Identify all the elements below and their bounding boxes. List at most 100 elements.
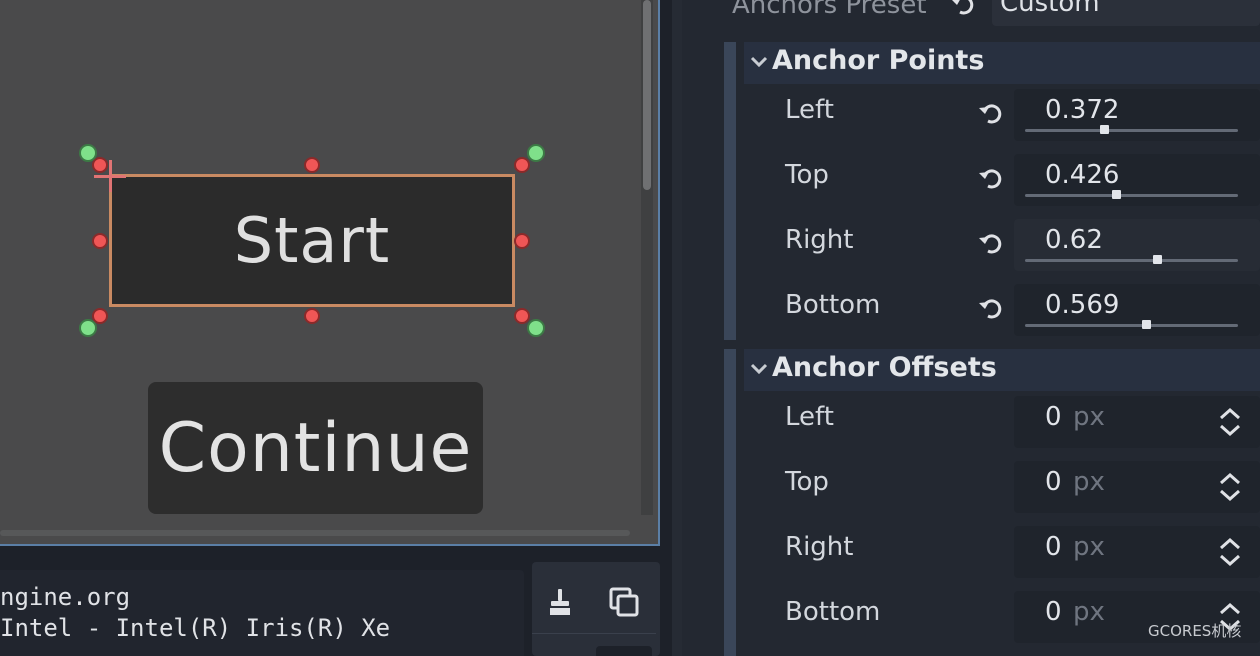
anchor-offset-top-row: Top 0 px xyxy=(744,457,1260,517)
anchor-left-slider-field[interactable]: 0.372 xyxy=(1014,89,1260,141)
anchor-marker-bottom-right[interactable] xyxy=(527,319,545,337)
slider-grabber[interactable] xyxy=(1111,190,1121,199)
group-indent-bar xyxy=(724,349,736,656)
slider-grabber[interactable] xyxy=(1100,125,1110,134)
clear-output-button[interactable] xyxy=(540,582,580,622)
reset-icon xyxy=(979,104,1002,124)
inspector-panel: Anchors Preset Custom Anchor Points Left… xyxy=(682,0,1260,656)
godot-editor: Start Continue ngine.org Intel - Intel(R… xyxy=(0,0,1260,656)
anchor-top-slider-field[interactable]: 0.426 xyxy=(1014,154,1260,206)
viewport-scroll-thumb[interactable] xyxy=(643,0,651,190)
anchor-point-top-row: Top 0.426 xyxy=(744,150,1260,210)
start-button-label: Start xyxy=(233,204,391,277)
pivot-crosshair-icon[interactable] xyxy=(94,160,128,194)
slider-track[interactable] xyxy=(1025,129,1238,132)
property-value: 0 xyxy=(1045,532,1062,562)
reset-button[interactable] xyxy=(976,99,1006,133)
anchors-preset-row: Anchors Preset Custom xyxy=(682,0,1260,28)
watermark: GCORES机核 xyxy=(1148,622,1242,640)
offset-left-spinbox[interactable]: 0 px xyxy=(1014,396,1260,448)
copy-output-button[interactable] xyxy=(604,582,644,622)
anchor-offsets-header[interactable]: Anchor Offsets xyxy=(744,349,1260,391)
property-value: 0 xyxy=(1045,597,1062,627)
anchors-preset-value: Custom xyxy=(1000,0,1100,18)
reset-button[interactable] xyxy=(976,294,1006,328)
anchor-point-bottom-row: Bottom 0.569 xyxy=(744,280,1260,340)
reset-icon xyxy=(979,299,1002,319)
anchor-offset-left-row: Left 0 px xyxy=(744,392,1260,452)
property-value: 0 xyxy=(1045,402,1062,432)
anchor-point-left-row: Left 0.372 xyxy=(744,85,1260,145)
viewport-vertical-scrollbar[interactable] xyxy=(641,0,653,515)
property-label: Right xyxy=(785,532,854,562)
property-value: 0.426 xyxy=(1045,160,1120,190)
start-button-node[interactable]: Start xyxy=(109,174,515,307)
property-value: 0.372 xyxy=(1045,95,1120,125)
output-line: Intel - Intel(R) Iris(R) Xe xyxy=(0,614,391,642)
slider-grabber[interactable] xyxy=(1142,320,1152,329)
chevron-down-icon xyxy=(750,54,768,73)
property-label: Bottom xyxy=(785,597,881,627)
unit-suffix: px xyxy=(1073,532,1105,562)
chevron-down-icon xyxy=(1228,0,1250,6)
anchor-marker-bottom-left[interactable] xyxy=(79,319,97,337)
property-value: 0.569 xyxy=(1045,290,1120,320)
group-indent-bar xyxy=(724,42,736,340)
anchors-preset-reset-button[interactable] xyxy=(948,0,978,24)
anchors-preset-label: Anchors Preset xyxy=(732,0,927,20)
unit-suffix: px xyxy=(1073,467,1105,497)
resize-handle-top[interactable] xyxy=(304,157,320,173)
toolbar-divider xyxy=(532,633,656,634)
property-label: Top xyxy=(785,467,829,497)
anchor-offsets-group: Anchor Offsets Left 0 px Top 0 px Right … xyxy=(724,349,1260,656)
anchor-bottom-slider-field[interactable]: 0.569 xyxy=(1014,284,1260,336)
anchor-right-slider-field[interactable]: 0.62 xyxy=(1014,219,1260,271)
output-line: ngine.org xyxy=(0,583,131,611)
spinner-icon[interactable] xyxy=(1217,471,1243,507)
output-filter-box[interactable] xyxy=(596,646,652,656)
anchor-offset-right-row: Right 0 px xyxy=(744,522,1260,582)
broom-icon xyxy=(550,589,570,615)
resize-handle-bottom-right[interactable] xyxy=(514,308,530,324)
continue-button-node[interactable]: Continue xyxy=(148,382,483,514)
anchor-points-title: Anchor Points xyxy=(772,45,985,76)
output-toolbar xyxy=(532,562,660,656)
reset-icon xyxy=(979,169,1002,189)
offset-right-spinbox[interactable]: 0 px xyxy=(1014,526,1260,578)
viewport-horizontal-scrollbar[interactable] xyxy=(0,530,630,536)
reset-button[interactable] xyxy=(976,164,1006,198)
offset-top-spinbox[interactable]: 0 px xyxy=(1014,461,1260,513)
anchor-points-header[interactable]: Anchor Points xyxy=(744,42,1260,84)
property-label: Top xyxy=(785,160,829,190)
spinner-icon[interactable] xyxy=(1217,536,1243,572)
reset-button[interactable] xyxy=(976,229,1006,263)
unit-suffix: px xyxy=(1073,597,1105,627)
anchors-preset-select[interactable]: Custom xyxy=(992,0,1260,26)
spinner-icon[interactable] xyxy=(1217,406,1243,442)
resize-handle-right[interactable] xyxy=(514,233,530,249)
anchor-marker-top-right[interactable] xyxy=(527,144,545,162)
resize-handle-left[interactable] xyxy=(92,233,108,249)
panel-divider[interactable] xyxy=(672,0,682,656)
chevron-down-icon xyxy=(750,361,768,380)
property-label: Bottom xyxy=(785,290,881,320)
property-label: Right xyxy=(785,225,854,255)
property-value: 0.62 xyxy=(1045,225,1103,255)
anchor-offsets-title: Anchor Offsets xyxy=(772,352,997,383)
slider-track[interactable] xyxy=(1025,194,1238,197)
resize-handle-bottom[interactable] xyxy=(304,308,320,324)
property-value: 0 xyxy=(1045,467,1062,497)
output-log: ngine.org Intel - Intel(R) Iris(R) Xe xyxy=(0,570,524,656)
copy-icon xyxy=(609,587,639,617)
slider-track[interactable] xyxy=(1025,259,1238,262)
property-label: Left xyxy=(785,95,834,125)
slider-grabber[interactable] xyxy=(1153,255,1163,264)
unit-suffix: px xyxy=(1073,402,1105,432)
slider-track[interactable] xyxy=(1025,324,1238,327)
continue-button-label: Continue xyxy=(158,408,473,488)
anchor-point-right-row: Right 0.62 xyxy=(744,215,1260,275)
canvas-viewport[interactable]: Start Continue xyxy=(0,0,660,546)
property-label: Left xyxy=(785,402,834,432)
resize-handle-top-right[interactable] xyxy=(514,157,530,173)
reset-icon xyxy=(979,234,1002,254)
